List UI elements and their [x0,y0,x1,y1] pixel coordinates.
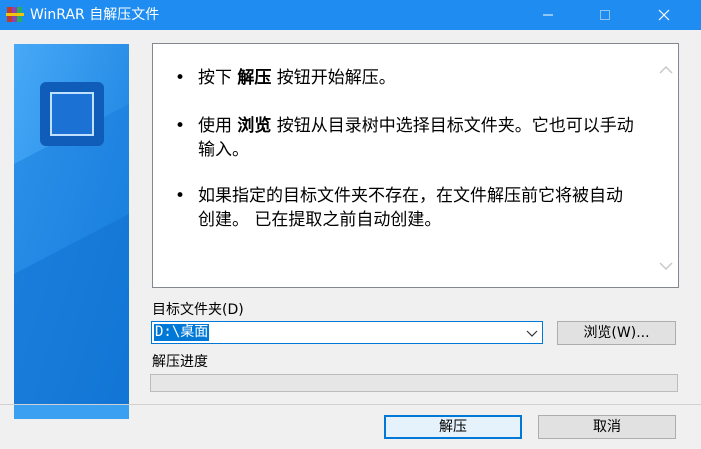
cancel-button[interactable]: 取消 [538,415,676,439]
maximize-button[interactable] [582,0,628,30]
chevron-up-icon[interactable] [658,62,674,78]
browse-button[interactable]: 浏览(W)... [557,321,676,345]
extraction-progress-label: 解压进度 [152,354,208,370]
minimize-icon [543,14,553,16]
logo-inner-square [50,92,94,136]
title-bar[interactable]: WinRAR 自解压文件 [0,0,701,30]
instruction-item-browse: • 使用 浏览 按钮从目录树中选择目标文件夹。它也可以手动输入。 [175,114,638,162]
extraction-progress-bar [150,374,678,392]
bullet: • [175,68,186,88]
chevron-down-icon[interactable] [658,258,674,274]
extract-button[interactable]: 解压 [384,415,522,439]
minimize-button[interactable] [525,0,571,30]
instruction-bold-keyword: 浏览 [237,116,272,136]
close-button[interactable] [641,0,687,30]
chevron-down-icon[interactable] [526,328,538,338]
maximize-icon [600,10,610,20]
destination-folder-label: 目标文件夹(D) [152,302,244,318]
destination-folder-value[interactable]: D:\桌面 [154,324,210,341]
destination-folder-combobox[interactable]: D:\桌面 [151,321,543,344]
divider [0,404,701,405]
bullet: • [175,116,186,136]
instruction-text: 使用 [198,116,238,136]
bullet: • [175,186,186,206]
instruction-text: 按钮开始解压。 [271,68,396,88]
close-icon [658,9,670,21]
banner-bottom-strip [14,404,129,419]
window-title: WinRAR 自解压文件 [30,7,160,23]
instruction-text: 按下 [198,68,238,88]
instruction-bold-keyword: 解压 [237,68,272,88]
winrar-app-icon [6,6,24,23]
instructions-box[interactable]: • 按下 解压 按钮开始解压。 • 使用 浏览 按钮从目录树中选择目标文件夹。它… [152,43,679,288]
instruction-text: 如果指定的目标文件夹不存在，在文件解压前它将被自动创建。 已在提取之前自动创建。 [198,186,623,230]
instruction-item-extract: • 按下 解压 按钮开始解压。 [175,66,638,90]
side-banner [14,44,129,419]
winrar-square-logo-icon [40,82,104,146]
instruction-item-create-folder: • 如果指定的目标文件夹不存在，在文件解压前它将被自动创建。 已在提取之前自动创… [175,184,638,232]
